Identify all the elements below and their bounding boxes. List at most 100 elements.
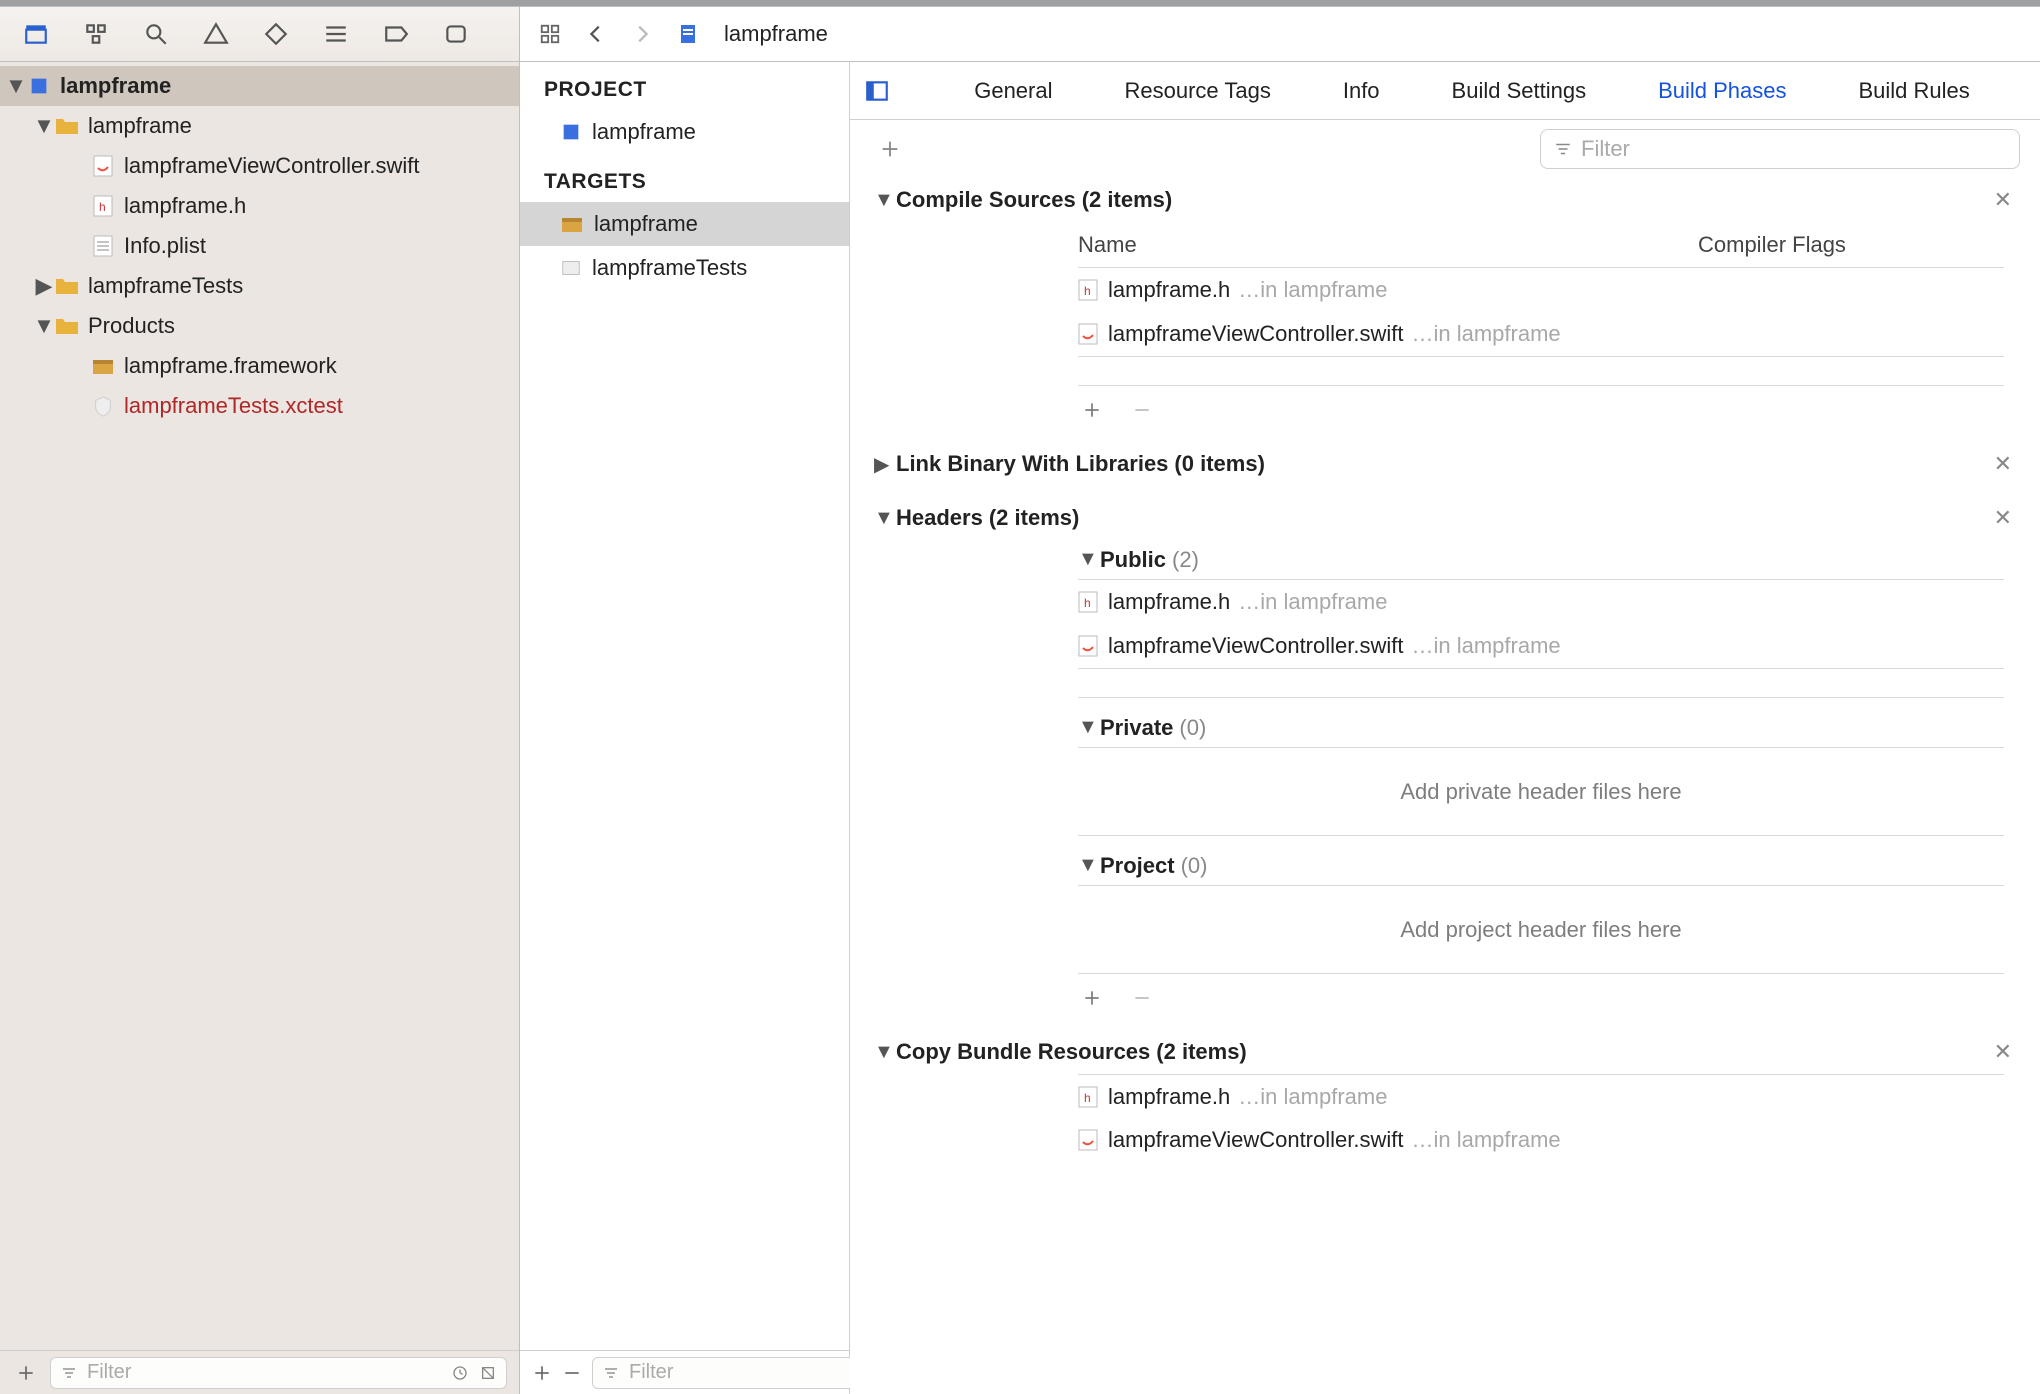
project-root[interactable]: ▼ lampframe — [0, 66, 519, 106]
table-row[interactable]: lampframeViewController.swift …in lampfr… — [1078, 624, 2004, 668]
file-location: …in lampframe — [1411, 1127, 1560, 1153]
section-title: Private — [1100, 715, 1173, 741]
table-row[interactable]: lampframeViewController.swift …in lampfr… — [1078, 312, 2004, 356]
remove-phase-button[interactable]: ✕ — [1994, 505, 2012, 531]
target-framework[interactable]: lampframe — [520, 202, 849, 246]
back-icon[interactable] — [580, 18, 612, 50]
forward-icon[interactable] — [626, 18, 658, 50]
tab-general[interactable]: General — [974, 78, 1052, 104]
remove-phase-button[interactable]: ✕ — [1994, 451, 2012, 477]
add-button[interactable] — [12, 1359, 40, 1387]
remove-file-button[interactable] — [1128, 984, 1156, 1012]
file-swift[interactable]: lampframeViewController.swift — [0, 146, 519, 186]
navigator-filter-input[interactable] — [87, 1361, 442, 1384]
table-row[interactable]: h lampframe.h …in lampframe — [1078, 580, 2004, 624]
document-title[interactable]: lampframe — [724, 21, 828, 47]
disclosure-triangle-icon[interactable]: ▼ — [1078, 716, 1100, 739]
headers-private[interactable]: ▼ Private (0) — [1078, 708, 2004, 748]
column-compiler-flags[interactable]: Compiler Flags — [1698, 232, 2004, 258]
phase-copy-bundle[interactable]: ▼ Copy Bundle Resources (2 items) ✕ — [850, 1030, 2040, 1074]
disclosure-triangle-icon[interactable]: ▼ — [6, 73, 26, 99]
navigator-bottom-bar — [0, 1350, 519, 1394]
tab-build-rules[interactable]: Build Rules — [1859, 78, 1970, 104]
column-name[interactable]: Name — [1078, 232, 1698, 258]
add-file-button[interactable] — [1078, 396, 1106, 424]
phase-headers[interactable]: ▼ Headers (2 items) ✕ — [850, 496, 2040, 540]
disclosure-triangle-icon[interactable]: ▼ — [874, 507, 896, 530]
header-file-icon: h — [1078, 1086, 1098, 1108]
disclosure-triangle-icon[interactable]: ▼ — [34, 313, 54, 339]
targets-sidebar: PROJECT lampframe TARGETS lampframe lamp… — [520, 62, 850, 1394]
headers-public[interactable]: ▼ Public (2) — [1078, 540, 2004, 580]
breakpoint-navigator-icon[interactable] — [380, 18, 412, 50]
disclosure-triangle-icon[interactable]: ▼ — [1078, 548, 1100, 571]
swift-file-icon — [1078, 323, 1098, 345]
phase-filter-input[interactable] — [1581, 136, 2007, 162]
tab-info[interactable]: Info — [1343, 78, 1380, 104]
disclosure-triangle-icon[interactable]: ▶ — [34, 273, 54, 299]
filter-icon — [601, 1363, 621, 1383]
folder-products[interactable]: ▼ Products — [0, 306, 519, 346]
product-framework[interactable]: lampframe.framework — [0, 346, 519, 386]
related-items-icon[interactable] — [534, 18, 566, 50]
phase-link-binary[interactable]: ▶ Link Binary With Libraries (0 items) ✕ — [850, 442, 2040, 486]
debug-navigator-icon[interactable] — [320, 18, 352, 50]
file-header[interactable]: h lampframe.h — [0, 186, 519, 226]
target-tests[interactable]: lampframeTests — [520, 246, 849, 290]
table-row[interactable]: h lampframe.h …in lampframe — [1078, 1074, 2004, 1118]
phase-title: Headers — [896, 505, 983, 531]
table-row[interactable]: h lampframe.h …in lampframe — [1078, 268, 2004, 312]
report-navigator-icon[interactable] — [440, 18, 472, 50]
disclosure-triangle-icon[interactable]: ▼ — [1078, 854, 1100, 877]
remove-phase-button[interactable]: ✕ — [1994, 1039, 2012, 1065]
disclosure-triangle-icon[interactable]: ▼ — [874, 1041, 896, 1064]
product-label: lampframeTests.xctest — [124, 393, 343, 419]
folder-tests[interactable]: ▶ lampframeTests — [0, 266, 519, 306]
project-item[interactable]: lampframe — [520, 110, 849, 154]
add-phase-button[interactable] — [876, 135, 904, 163]
disclosure-triangle-icon[interactable]: ▼ — [874, 189, 896, 212]
swift-file-icon — [90, 153, 116, 179]
tab-resource-tags[interactable]: Resource Tags — [1125, 78, 1271, 104]
disclosure-triangle-icon[interactable]: ▼ — [34, 113, 54, 139]
file-name: lampframeViewController.swift — [1108, 633, 1403, 659]
file-name: lampframe.h — [1108, 589, 1230, 615]
test-navigator-icon[interactable] — [260, 18, 292, 50]
add-target-button[interactable] — [532, 1359, 552, 1387]
framework-icon — [90, 353, 116, 379]
add-file-button[interactable] — [1078, 984, 1106, 1012]
folder-icon — [54, 113, 80, 139]
file-name: lampframe.h — [1108, 1084, 1230, 1110]
product-label: lampframe.framework — [124, 353, 337, 379]
framework-icon — [560, 214, 584, 234]
project-navigator: ▼ lampframe ▼ lampframe lampframeViewCon… — [0, 62, 520, 1394]
phase-toolbar — [850, 120, 2040, 178]
disclosure-triangle-icon[interactable]: ▶ — [874, 452, 896, 477]
file-plist[interactable]: Info.plist — [0, 226, 519, 266]
table-row[interactable]: lampframeViewController.swift …in lampfr… — [1078, 1118, 2004, 1162]
product-xctest[interactable]: lampframeTests.xctest — [0, 386, 519, 426]
recent-icon[interactable] — [450, 1363, 470, 1383]
folder-lampframe[interactable]: ▼ lampframe — [0, 106, 519, 146]
private-drop-zone[interactable]: Add private header files here — [1078, 748, 2004, 836]
remove-target-button[interactable] — [562, 1359, 582, 1387]
remove-file-button[interactable] — [1128, 396, 1156, 424]
phase-compile-sources[interactable]: ▼ Compile Sources (2 items) ✕ — [850, 178, 2040, 222]
file-location: …in lampframe — [1238, 589, 1387, 615]
navigator-toolbar — [0, 7, 520, 61]
issue-navigator-icon[interactable] — [200, 18, 232, 50]
source-control-navigator-icon[interactable] — [80, 18, 112, 50]
target-label: lampframe — [594, 211, 698, 237]
remove-phase-button[interactable]: ✕ — [1994, 187, 2012, 213]
folder-icon — [54, 273, 80, 299]
tab-build-phases[interactable]: Build Phases — [1658, 78, 1786, 104]
scm-filter-icon[interactable] — [478, 1363, 498, 1383]
project-navigator-icon[interactable] — [20, 18, 52, 50]
file-name: lampframe.h — [1108, 277, 1230, 303]
project-drop-zone[interactable]: Add project header files here — [1078, 886, 2004, 974]
panel-toggle-icon[interactable] — [850, 78, 904, 104]
editor-pane: General Resource Tags Info Build Setting… — [850, 62, 2040, 1394]
headers-project[interactable]: ▼ Project (0) — [1078, 846, 2004, 886]
find-navigator-icon[interactable] — [140, 18, 172, 50]
tab-build-settings[interactable]: Build Settings — [1452, 78, 1587, 104]
